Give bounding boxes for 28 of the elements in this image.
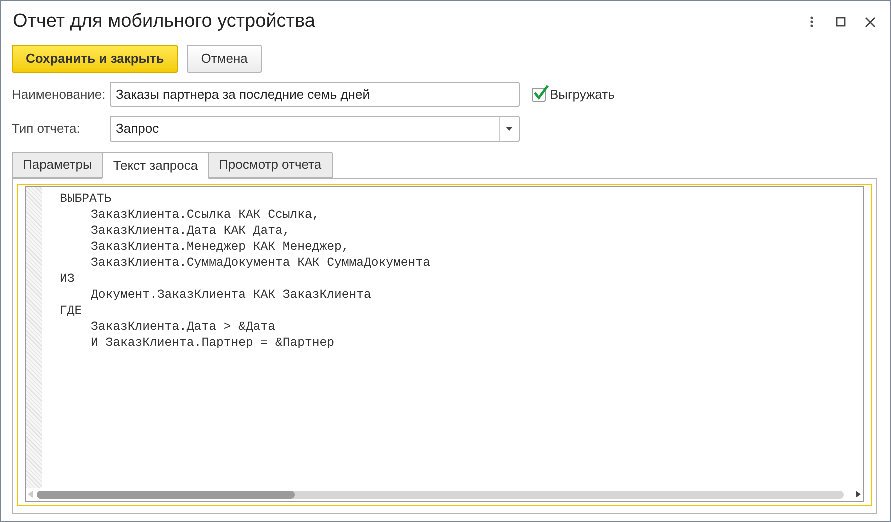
code-line: ЗаказКлиента.Дата КАК Дата, <box>91 223 290 239</box>
code-line: ЗаказКлиента.СуммаДокумента КАК СуммаДокумента <box>91 255 430 271</box>
checkbox-label: Выгружать <box>550 86 615 104</box>
tab[interactable]: Текст запроса <box>102 152 210 179</box>
more-icon[interactable] <box>810 16 814 28</box>
tab[interactable]: Параметры <box>12 152 104 178</box>
name-field[interactable]: Заказы партнера за последние семь дней <box>110 82 520 107</box>
code-line: ИЗ <box>60 271 75 287</box>
window-title: Отчет для мобильного устройства <box>12 10 316 34</box>
code-line: ЗаказКлиента.Ссылка КАК Ссылка, <box>91 207 320 223</box>
scroll-right-icon[interactable] <box>856 491 861 498</box>
field-label: Тип отчета: <box>12 120 82 138</box>
code-line: И ЗаказКлиента.Партнер = &Партнер <box>91 335 335 351</box>
code-line: ЗаказКлиента.Дата > &Дата <box>91 319 276 335</box>
code-line: ЗаказКлиента.Менеджер КАК Менеджер, <box>91 239 350 255</box>
export-checkbox[interactable] <box>532 88 546 102</box>
field-label: Наименование: <box>12 86 107 104</box>
report-type-field[interactable]: Запрос <box>110 116 520 142</box>
horizontal-scrollbar[interactable] <box>37 490 844 498</box>
code-line: Документ.ЗаказКлиента КАК ЗаказКлиента <box>91 287 372 303</box>
cancel-button[interactable]: Отмена <box>187 45 262 73</box>
code-line: ВЫБРАТЬ <box>60 191 112 207</box>
dropdown-caret-icon[interactable] <box>506 127 513 131</box>
save-close-button[interactable]: Сохранить и закрыть <box>12 45 178 73</box>
close-icon[interactable] <box>865 16 876 28</box>
tab[interactable]: Просмотр отчета <box>208 152 333 178</box>
code-line: ГДЕ <box>60 303 82 319</box>
maximize-icon[interactable] <box>836 17 846 27</box>
